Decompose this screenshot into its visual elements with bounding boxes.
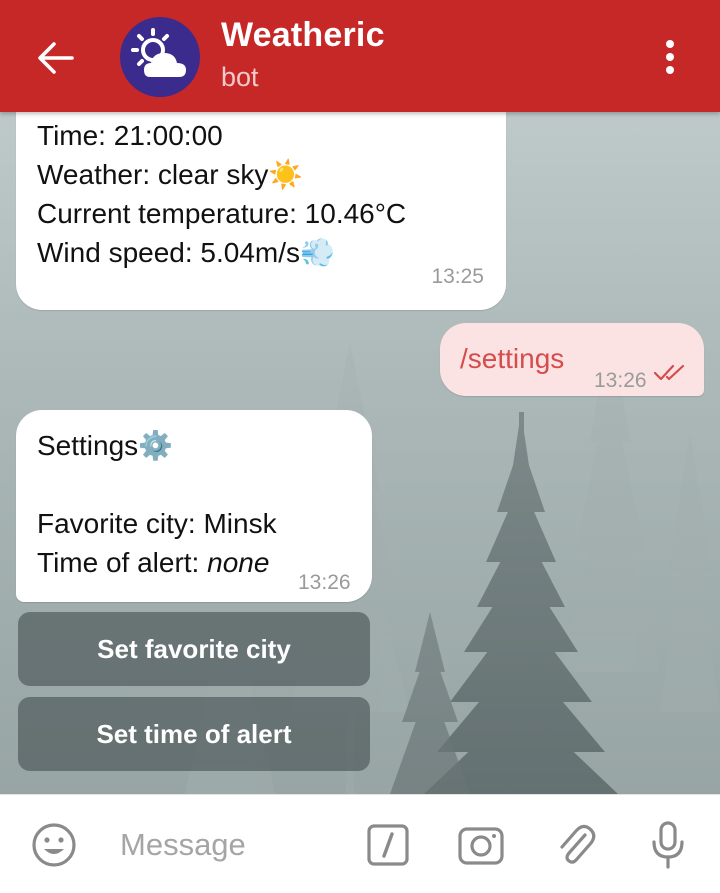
chat-header: Weatheric bot [0,0,720,112]
more-dot [666,66,674,74]
mic-icon [652,821,684,869]
back-button[interactable] [28,30,84,86]
more-vertical-icon [666,40,674,48]
favorite-city-label: Favorite city: [37,508,204,539]
message-input-bar [0,794,720,893]
alert-value: none [207,547,270,578]
attach-button[interactable] [550,819,602,871]
camera-button[interactable] [455,819,507,871]
set-favorite-city-button[interactable]: Set favorite city [18,612,370,686]
message-bubble-weather[interactable]: Time: 21:00:00 Weather: clear sky☀️ Curr… [16,112,506,310]
more-dot [666,53,674,61]
bot-command-icon [367,824,409,866]
sun-cloud-icon [131,28,186,77]
message-time: 13:25 [431,265,484,288]
alert-line: Time of alert: none [37,543,277,582]
chat-title[interactable]: Weatheric [221,16,385,55]
message-text: Settings⚙️ Favorite city: Minsk Time of … [37,426,277,582]
weather-line: Weather: clear sky☀️ [37,155,406,194]
attach-icon [560,824,596,864]
wind-emoji-icon: 💨 [300,237,335,268]
bot-command-button[interactable] [362,819,414,871]
message-input[interactable] [106,817,336,873]
more-menu-button[interactable] [650,32,690,82]
voice-button[interactable] [642,819,694,871]
chat-area[interactable]: Time: 21:00:00 Weather: clear sky☀️ Curr… [0,112,720,794]
alert-label: Time of alert: [37,547,208,578]
bot-avatar[interactable] [120,17,200,97]
emoji-icon [32,823,76,867]
message-bubble-settings[interactable]: Settings⚙️ Favorite city: Minsk Time of … [16,410,372,602]
favorite-city-line: Favorite city: Minsk [37,504,277,543]
chat-subtitle: bot [221,62,259,92]
weather-text: Weather: clear sky [37,159,269,190]
message-time: 13:26 [298,571,351,594]
gear-emoji-icon: ⚙️ [138,430,174,461]
favorite-city-value: Minsk [203,508,277,539]
message-text: Time: 21:00:00 Weather: clear sky☀️ Curr… [37,116,406,272]
back-arrow-icon [38,42,74,74]
emoji-button[interactable] [28,819,80,871]
sun-emoji-icon: ☀️ [268,159,304,190]
message-bubble-outgoing[interactable]: /settings 13:26 [440,323,704,396]
wind-text: Wind speed: 5.04m/s [37,237,301,268]
message-time: 13:26 [594,369,647,392]
double-check-icon [653,364,685,381]
camera-icon [458,827,504,865]
time-line: Time: 21:00:00 [37,120,223,151]
bot-command-link[interactable]: /settings [460,339,564,378]
settings-title: Settings [37,430,139,461]
settings-title-line: Settings⚙️ [37,426,277,465]
wind-line: Wind speed: 5.04m/s💨 [37,233,406,272]
set-time-of-alert-button[interactable]: Set time of alert [18,697,370,771]
temperature-line: Current temperature: 10.46°C [37,198,407,229]
